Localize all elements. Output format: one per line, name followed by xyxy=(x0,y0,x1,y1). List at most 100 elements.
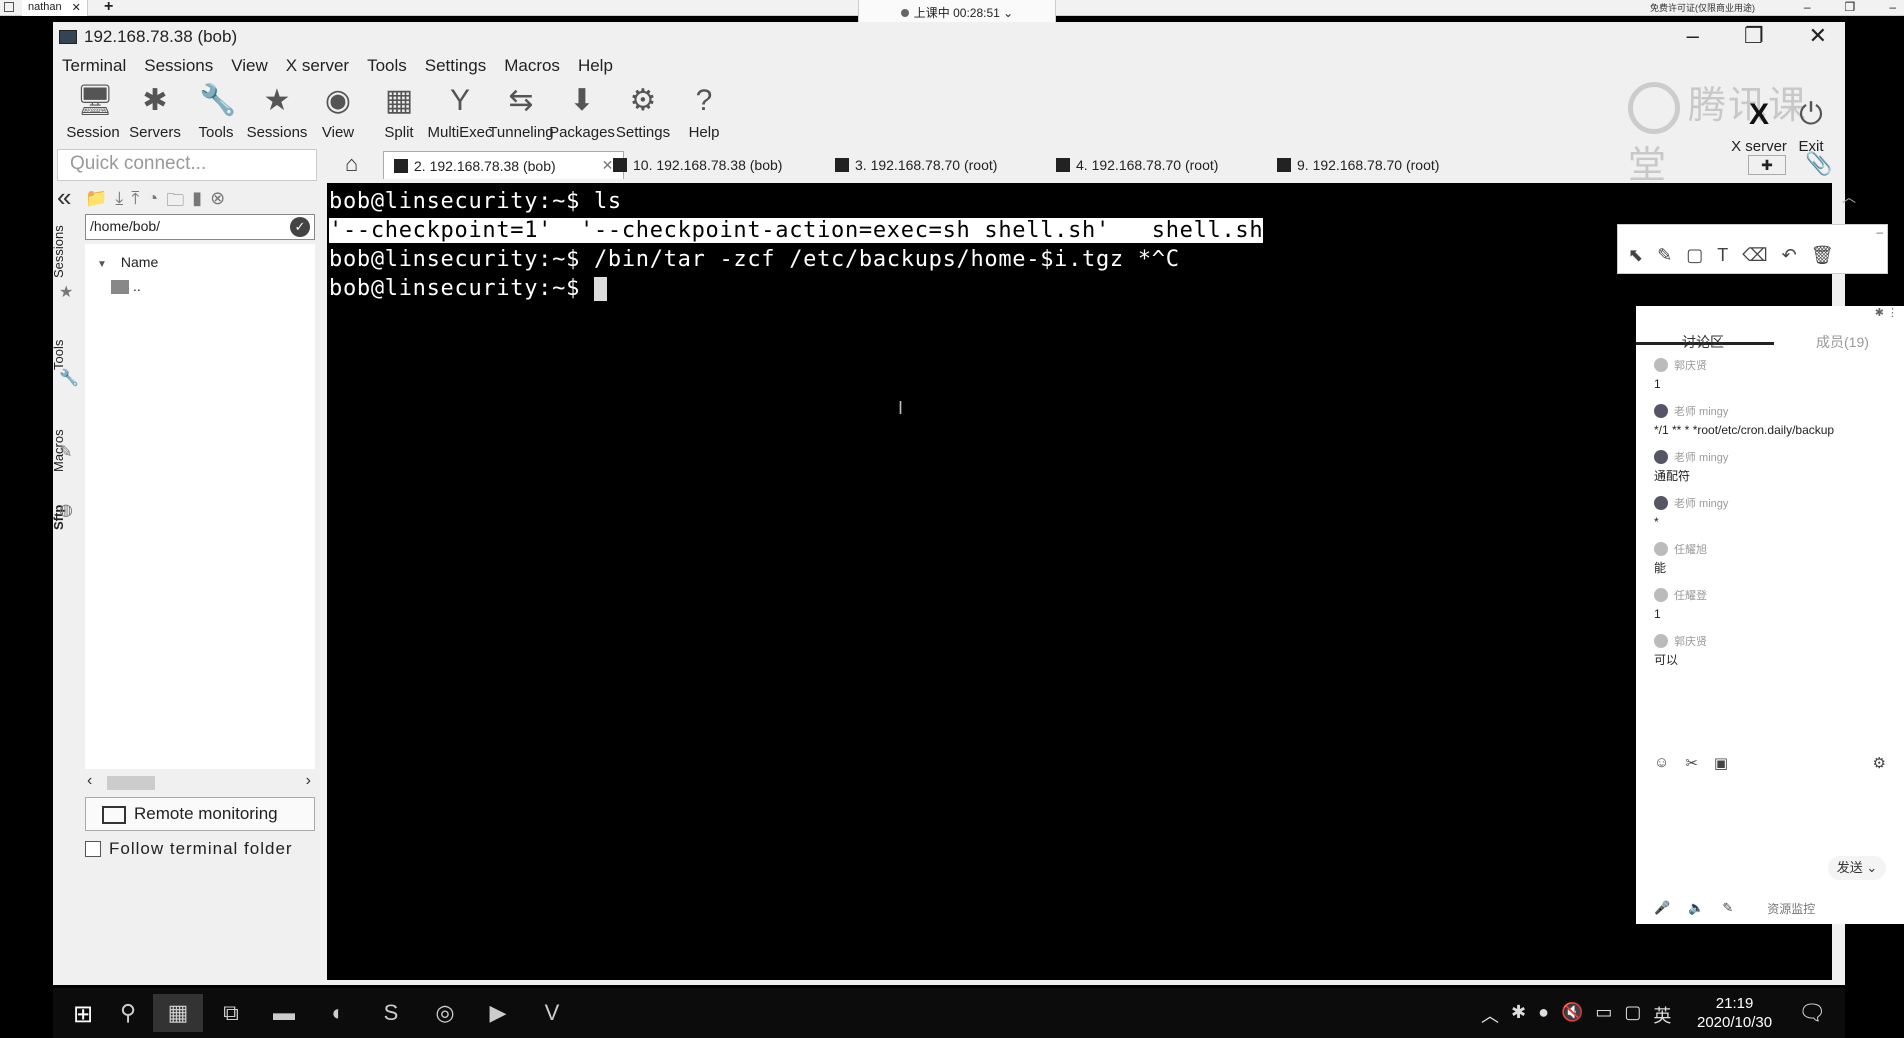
follow-folder-option[interactable]: Follow terminal folder xyxy=(85,839,293,859)
chat-settings-icon[interactable]: ⚙ xyxy=(1873,754,1886,772)
taskbar-app-remote[interactable]: ▦ xyxy=(153,994,203,1032)
menu-xserver[interactable]: X server xyxy=(277,52,358,80)
window-controls: – ❐ ✕ xyxy=(1687,23,1827,49)
follow-folder-label: Follow terminal folder xyxy=(109,839,293,858)
toolbar-help-button[interactable]: ? Help xyxy=(666,80,742,141)
search-icon[interactable]: ⚲ xyxy=(103,994,153,1032)
annotation-minimize-icon[interactable]: – xyxy=(1876,225,1883,239)
host-restore-button[interactable]: ❐ xyxy=(1845,0,1856,14)
vtab-sessions[interactable]: Sessions xyxy=(51,225,66,278)
chat-tabs: 讨论区 成员(19) xyxy=(1636,328,1904,350)
ime-indicator[interactable]: 英 xyxy=(1653,1002,1671,1028)
menu-view[interactable]: View xyxy=(222,52,277,80)
tray-expand-icon[interactable]: ︿ xyxy=(1481,1002,1499,1028)
tray-app-icon[interactable]: ✱ xyxy=(1511,1002,1526,1028)
rectangle-icon[interactable]: ▢ xyxy=(1686,245,1703,266)
remote-monitoring-button[interactable]: Remote monitoring xyxy=(85,797,315,831)
menu-tools[interactable]: Tools xyxy=(358,52,416,80)
microphone-icon[interactable]: 🎤 xyxy=(1654,900,1670,917)
eraser-icon[interactable]: ⌫ xyxy=(1742,245,1767,266)
emoji-icon[interactable]: ☺ xyxy=(1654,754,1669,772)
pin-icon[interactable]: ✱ xyxy=(1875,307,1884,319)
taskbar-app-edge[interactable]: ◐ xyxy=(313,994,363,1032)
trash-icon[interactable]: 🗑 xyxy=(1811,245,1834,266)
text-tool-icon[interactable]: T xyxy=(1717,245,1728,266)
clock-time: 21:19 xyxy=(1715,995,1754,1012)
pen-icon[interactable]: ✎ xyxy=(1657,245,1672,266)
battery-icon[interactable]: ▭ xyxy=(1595,1002,1612,1028)
view-icon: ◉ xyxy=(324,84,352,117)
terminal-output[interactable]: bob@linsecurity:~$ ls '--checkpoint=1' '… xyxy=(327,183,1832,980)
host-new-tab-button[interactable]: + xyxy=(104,0,113,16)
taskbar-clock[interactable]: 21:19 2020/10/30 xyxy=(1697,994,1772,1032)
network-icon[interactable]: ▢ xyxy=(1624,1002,1641,1028)
checkmark-icon[interactable]: ✓ xyxy=(290,217,310,237)
notification-center-icon[interactable]: 🗨 xyxy=(1798,1000,1826,1026)
resource-monitor-label[interactable]: 资源监控 xyxy=(1767,900,1815,917)
minimize-button[interactable]: – xyxy=(1687,23,1699,49)
file-row-parent[interactable]: .. xyxy=(111,278,141,295)
horizontal-scrollbar[interactable]: ‹ › xyxy=(85,772,315,792)
home-tab-icon[interactable]: ⌂ xyxy=(345,151,358,177)
sftp-path-input[interactable]: /home/bob/ ✓ xyxy=(85,214,315,240)
tab-session-2[interactable]: 2. 192.168.78.38 (bob) ✕ xyxy=(383,151,625,179)
tab-session-10[interactable]: 10. 192.168.78.38 (bob) xyxy=(603,151,792,179)
scroll-thumb[interactable] xyxy=(107,776,155,790)
host-close-button[interactable]: – xyxy=(1889,0,1896,14)
tab-members[interactable]: 成员(19) xyxy=(1816,332,1869,352)
remote-monitoring-label: Remote monitoring xyxy=(134,804,278,823)
scroll-left-icon[interactable]: ‹ xyxy=(87,772,92,790)
more-icon[interactable]: ⋮ xyxy=(1887,307,1898,319)
chat-message: 老师 mingy */1 ** * *root/etc/cron.daily/b… xyxy=(1654,402,1894,440)
taskbar-app-vmware[interactable]: V xyxy=(527,994,577,1032)
menu-macros[interactable]: Macros xyxy=(495,52,569,80)
scissors-icon[interactable]: ✂ xyxy=(1685,754,1698,772)
vtab-tools[interactable]: Tools xyxy=(51,340,66,370)
image-icon[interactable]: ▣ xyxy=(1714,754,1728,772)
host-window-icon xyxy=(4,2,14,12)
menu-sessions[interactable]: Sessions xyxy=(135,52,222,80)
avatar xyxy=(1654,358,1668,372)
host-tab-close-icon[interactable]: ✕ xyxy=(72,1,81,15)
quick-connect-input[interactable]: Quick connect... xyxy=(57,149,317,181)
pointer-icon[interactable]: ⬉ xyxy=(1628,245,1643,266)
taskbar-app-task-view[interactable]: ⧉ xyxy=(206,994,256,1032)
column-header-name[interactable]: ▼ Name xyxy=(97,254,158,270)
collapse-sidebar-icon[interactable]: « xyxy=(57,182,71,213)
message-author: 老师 mingy xyxy=(1674,498,1729,510)
tab-session-4[interactable]: 4. 192.168.78.70 (root) xyxy=(1046,151,1228,179)
tab-discussion[interactable]: 讨论区 xyxy=(1682,332,1724,352)
message-author: 老师 mingy xyxy=(1674,452,1729,464)
volume-muted-icon[interactable]: 🔇 xyxy=(1561,1002,1583,1028)
avatar xyxy=(1654,542,1668,556)
follow-folder-checkbox[interactable] xyxy=(85,841,101,857)
close-button[interactable]: ✕ xyxy=(1809,23,1827,49)
tray-chat-icon[interactable]: ● xyxy=(1538,1002,1549,1028)
taskbar-app-explorer[interactable]: ▬ xyxy=(259,994,309,1032)
monitor-icon xyxy=(102,805,126,824)
new-tab-button[interactable]: ✚ xyxy=(1748,155,1786,175)
send-button[interactable]: 发送 ⌄ xyxy=(1828,856,1886,880)
maximize-button[interactable]: ❐ xyxy=(1744,23,1764,49)
menu-help[interactable]: Help xyxy=(569,52,622,80)
paperclip-icon[interactable]: 📎 xyxy=(1805,151,1832,177)
speaker-icon[interactable]: 🔈 xyxy=(1688,900,1704,917)
scroll-right-icon[interactable]: › xyxy=(306,772,311,790)
tab-session-9[interactable]: 9. 192.168.78.70 (root) xyxy=(1267,151,1449,179)
taskbar-app-terminal[interactable]: ▶ xyxy=(473,994,523,1032)
recording-label: 上课中 00:28:51 xyxy=(913,6,1000,20)
menu-settings[interactable]: Settings xyxy=(416,52,495,80)
wrench-icon xyxy=(1277,158,1291,172)
scroll-up-icon[interactable]: ︿ xyxy=(1842,187,1856,207)
host-tab[interactable]: nathan ✕ xyxy=(22,0,88,16)
menu-terminal[interactable]: Terminal xyxy=(53,52,135,80)
undo-icon[interactable]: ↶ xyxy=(1782,245,1797,266)
windows-start-icon[interactable]: ⊞ xyxy=(73,1000,93,1029)
toolbar-exit-button[interactable]: ⏻ Exit xyxy=(1773,94,1849,155)
taskbar-app-chrome[interactable]: ◎ xyxy=(420,994,470,1032)
mic-off-icon[interactable]: ✎ xyxy=(1722,900,1733,917)
tab-session-3[interactable]: 3. 192.168.78.70 (root) xyxy=(825,151,1007,179)
taskbar-app-sublime[interactable]: S xyxy=(366,994,416,1032)
host-minimize-button[interactable]: – xyxy=(1804,0,1811,14)
toolbar-label: Split xyxy=(384,124,414,141)
